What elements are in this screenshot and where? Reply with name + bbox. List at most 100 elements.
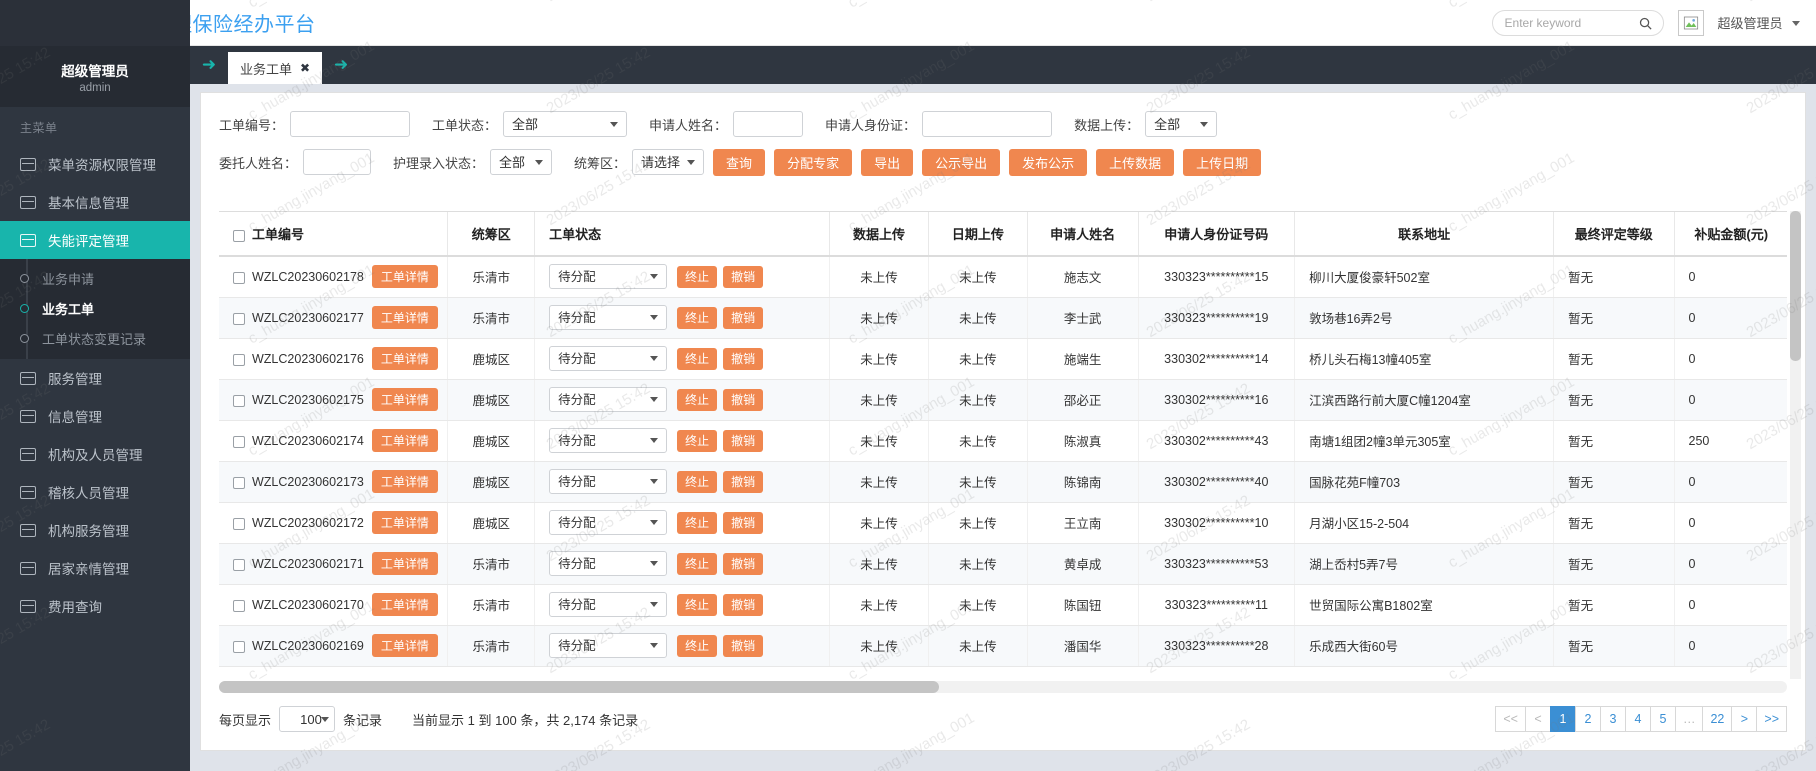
sidebar-item-org-personnel[interactable]: 机构及人员管理 [0,435,190,473]
row-status-select[interactable]: 待分配 [549,510,668,535]
row-checkbox[interactable] [233,599,245,612]
pagination-button[interactable]: 1 [1549,706,1576,732]
pagination-button[interactable]: > [1731,706,1758,732]
select-all-checkbox[interactable] [233,229,245,242]
search-input[interactable] [1504,15,1635,30]
revoke-button[interactable]: 撤销 [723,347,764,370]
chevron-down-icon[interactable] [1792,20,1800,26]
workorder-detail-button[interactable]: 工单详情 [371,552,438,575]
row-checkbox[interactable] [233,640,245,653]
row-checkbox[interactable] [233,517,245,530]
terminate-button[interactable]: 终止 [677,347,718,370]
row-checkbox[interactable] [233,394,245,407]
sidebar-item-home-family[interactable]: 居家亲情管理 [0,549,190,587]
user-menu[interactable]: 超级管理员 [1718,13,1800,33]
arrow-left-icon[interactable]: ➜ [190,46,228,84]
upload-date-button[interactable]: 上传日期 [1183,148,1262,176]
terminate-button[interactable]: 终止 [677,265,718,288]
terminate-button[interactable]: 终止 [677,429,718,452]
scroll-thumb-horizontal[interactable] [219,681,939,693]
sidebar-item-org-service[interactable]: 机构服务管理 [0,511,190,549]
row-status-select[interactable]: 待分配 [549,305,668,330]
pagination-button[interactable]: << [1495,706,1526,732]
pagination-button[interactable]: 4 [1624,706,1651,732]
upload-data-button[interactable]: 上传数据 [1096,148,1175,176]
workorder-detail-button[interactable]: 工单详情 [371,265,438,289]
workorder-detail-button[interactable]: 工单详情 [371,593,438,616]
sidebar-item-menu-resource-permission[interactable]: 菜单资源权限管理 [0,145,190,183]
publish-announcement-button[interactable]: 发布公示 [1009,148,1088,176]
sidebar-item-basic-info[interactable]: 基本信息管理 [0,183,190,221]
workorder-detail-button[interactable]: 工单详情 [371,388,438,411]
terminate-button[interactable]: 终止 [677,511,718,534]
pagination-button[interactable]: < [1524,706,1551,732]
pagination-button[interactable]: … [1674,706,1704,732]
row-status-select[interactable]: 待分配 [549,428,668,453]
workorder-detail-button[interactable]: 工单详情 [371,429,438,452]
revoke-button[interactable]: 撤销 [723,388,764,411]
sidebar-subitem-business-workorder[interactable]: 业务工单 [0,293,190,323]
public-export-button[interactable]: 公示导出 [922,148,1001,176]
terminate-button[interactable]: 终止 [677,552,718,575]
row-status-select[interactable]: 待分配 [549,551,668,576]
row-status-select[interactable]: 待分配 [549,346,668,371]
filter-select-data-upload[interactable]: 全部 [1145,111,1218,137]
filter-input-client-name[interactable] [303,149,372,175]
sidebar-item-service-management[interactable]: 服务管理 [0,359,190,397]
revoke-button[interactable]: 撤销 [723,552,764,575]
row-status-select[interactable]: 待分配 [549,387,668,412]
terminate-button[interactable]: 终止 [677,306,718,329]
avatar[interactable] [1677,9,1704,36]
pagination-button[interactable]: >> [1756,706,1787,732]
sidebar-subitem-business-application[interactable]: 业务申请 [0,263,190,293]
filter-input-applicant-idcard[interactable] [922,111,1053,137]
query-button[interactable]: 查询 [713,148,766,176]
workorder-detail-button[interactable]: 工单详情 [371,634,438,657]
table-vertical-scrollbar[interactable] [1790,211,1801,679]
pagination-button[interactable]: 22 [1702,706,1733,732]
filter-select-coordination-area[interactable]: 请选择 [632,149,705,175]
workorder-detail-button[interactable]: 工单详情 [371,347,438,370]
row-checkbox[interactable] [233,476,245,489]
pagination-button[interactable]: 2 [1574,706,1601,732]
arrow-right-icon[interactable]: ➜ [322,46,360,84]
table-horizontal-scrollbar[interactable] [219,681,1787,693]
workorder-detail-button[interactable]: 工单详情 [371,306,438,329]
filter-input-workorder-no[interactable] [290,111,411,137]
row-checkbox[interactable] [233,435,245,448]
row-status-select[interactable]: 待分配 [549,633,668,658]
revoke-button[interactable]: 撤销 [723,470,764,493]
close-icon[interactable]: ✖ [300,61,310,75]
tab-business-workorder[interactable]: 业务工单 ✖ [228,52,323,84]
revoke-button[interactable]: 撤销 [723,429,764,452]
revoke-button[interactable]: 撤销 [723,306,764,329]
row-checkbox[interactable] [233,353,245,366]
filter-select-workorder-status[interactable]: 全部 [503,111,628,137]
filter-input-applicant-name[interactable] [733,111,804,137]
terminate-button[interactable]: 终止 [677,470,718,493]
revoke-button[interactable]: 撤销 [723,634,764,657]
per-page-select[interactable]: 100 [279,706,336,732]
search-box[interactable] [1491,9,1664,36]
sidebar-item-info-management[interactable]: 信息管理 [0,397,190,435]
assign-expert-button[interactable]: 分配专家 [774,148,853,176]
sidebar-item-fee-query[interactable]: 费用查询 [0,587,190,625]
row-status-select[interactable]: 待分配 [549,592,668,617]
sidebar-subitem-status-change-record[interactable]: 工单状态变更记录 [0,323,190,353]
scroll-thumb-vertical[interactable] [1790,211,1801,361]
pagination-button[interactable]: 3 [1599,706,1626,732]
pagination-button[interactable]: 5 [1649,706,1676,732]
workorder-detail-button[interactable]: 工单详情 [371,511,438,534]
row-status-select[interactable]: 待分配 [549,469,668,494]
row-checkbox[interactable] [233,271,245,284]
workorder-detail-button[interactable]: 工单详情 [371,470,438,493]
revoke-button[interactable]: 撤销 [723,265,764,288]
search-icon[interactable] [1638,16,1653,36]
revoke-button[interactable]: 撤销 [723,593,764,616]
export-button[interactable]: 导出 [861,148,914,176]
sidebar-item-disability-assessment[interactable]: 失能评定管理 [0,221,190,259]
terminate-button[interactable]: 终止 [677,388,718,411]
sidebar-item-audit-personnel[interactable]: 稽核人员管理 [0,473,190,511]
row-status-select[interactable]: 待分配 [549,264,668,290]
filter-select-nursing-entry-status[interactable]: 全部 [490,149,553,175]
